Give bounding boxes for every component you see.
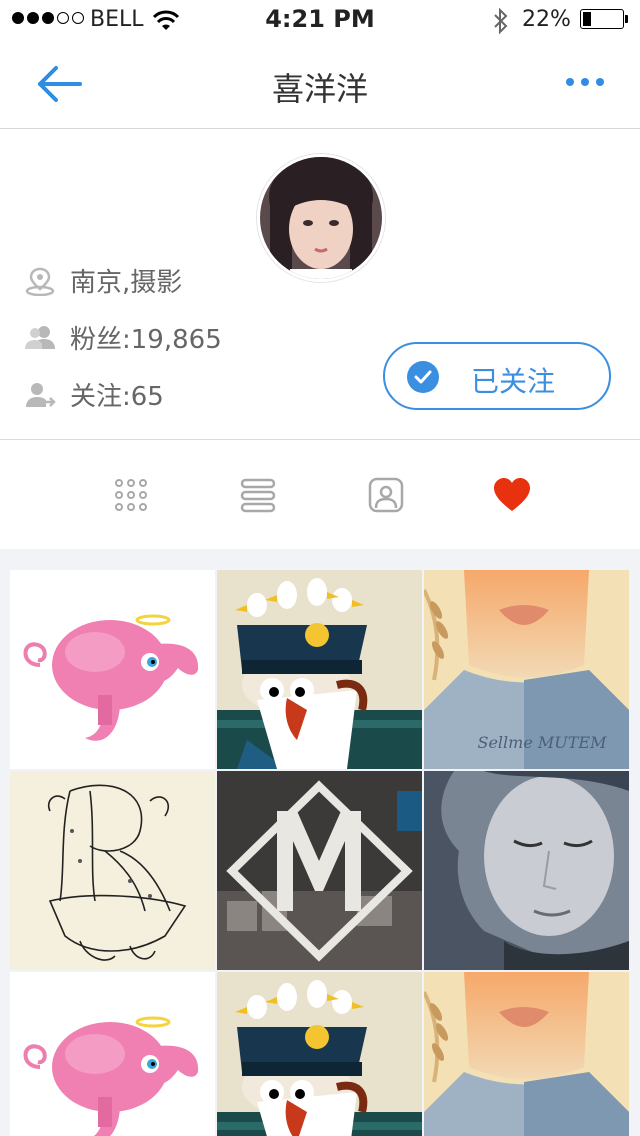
gallery-item-woman-face[interactable] — [424, 771, 629, 970]
gallery-item-pink-elephant[interactable] — [10, 570, 215, 769]
content-tabs — [0, 441, 640, 548]
shirt-caption: Sellme MUTEM — [478, 733, 608, 752]
status-bar: BELL 4:21 PM 22% — [0, 0, 640, 40]
gallery-item-sailor-captain[interactable] — [217, 570, 422, 769]
more-dots-icon[interactable] — [566, 78, 604, 86]
gallery-item-letter-m[interactable] — [217, 771, 422, 970]
location-text: 南京,摄影 — [70, 268, 183, 298]
fans-row[interactable]: 粉丝:19,865 — [24, 319, 222, 356]
gallery-area: Sellme MUTEM — [0, 549, 640, 1136]
gallery-item-girl-portrait[interactable]: Sellme MUTEM — [424, 570, 629, 769]
fans-group-icon — [25, 325, 55, 349]
navigation-bar: 喜洋洋 — [0, 40, 640, 129]
portrait-icon[interactable] — [366, 475, 406, 515]
gallery-item-pink-elephant[interactable] — [10, 972, 215, 1136]
page-title: 喜洋洋 — [271, 70, 368, 108]
following-row[interactable]: 关注:65 — [24, 376, 164, 413]
battery-cap — [625, 15, 628, 23]
profile-header: 南京,摄影 粉丝:19,865 关注:65 已关注 — [0, 130, 640, 440]
location-row: 南京,摄影 — [24, 262, 182, 299]
bluetooth-icon — [494, 7, 508, 35]
fans-count: 粉丝:19,865 — [70, 325, 222, 355]
list-icon[interactable] — [238, 475, 278, 515]
check-icon — [407, 361, 439, 393]
battery-icon — [580, 9, 624, 29]
battery-percent: 22% — [522, 7, 571, 32]
gallery-item-tree-letter[interactable] — [10, 771, 215, 970]
following-count: 关注:65 — [70, 382, 164, 412]
gallery-item-girl-portrait[interactable] — [424, 972, 629, 1136]
grid-icon[interactable] — [111, 475, 151, 515]
location-pin-icon — [25, 267, 55, 296]
avatar[interactable] — [257, 154, 385, 282]
heart-icon[interactable] — [492, 475, 532, 515]
following-user-icon — [26, 382, 56, 407]
gallery-item-sailor-captain[interactable] — [217, 972, 422, 1136]
followed-button[interactable]: 已关注 — [383, 342, 611, 410]
followed-button-label: 已关注 — [471, 365, 556, 398]
